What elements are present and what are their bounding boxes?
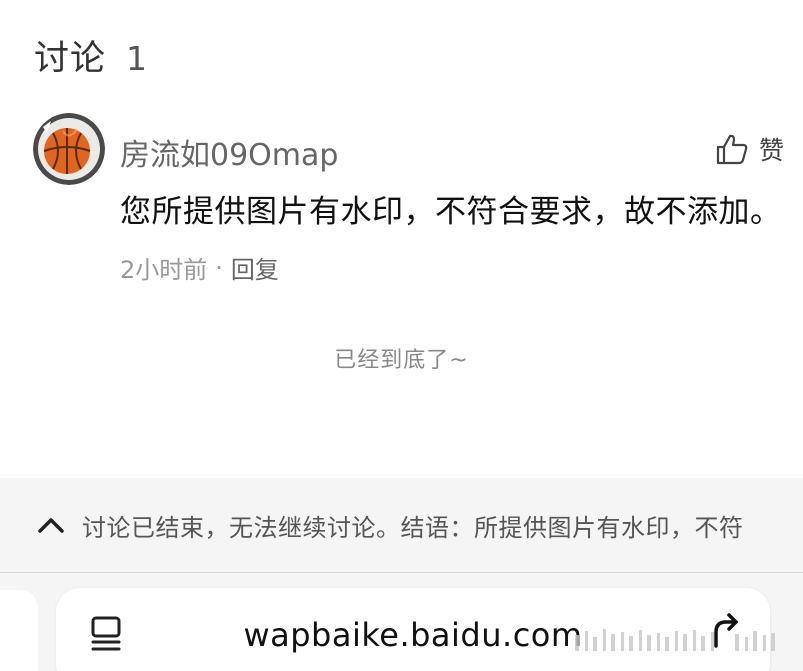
discussion-closed-bar[interactable]: 讨论已结束，无法继续讨论。结语：所提供图片有水印，不符 xyxy=(0,478,803,573)
comment-time: 2小时前 xyxy=(120,256,208,284)
meta-separator: · xyxy=(215,253,223,282)
like-label: 赞 xyxy=(759,136,785,165)
watermark-overlay xyxy=(575,629,775,651)
comment-username[interactable]: 房流如09Omap xyxy=(120,130,338,174)
page: 讨论 1 房流如09Omap 赞 您所提供图片有水印，不符合要求，故不添加。 2… xyxy=(0,0,803,671)
previous-tab-stub[interactable] xyxy=(0,590,38,671)
discussion-title: 讨论 xyxy=(34,39,107,79)
discussion-count: 1 xyxy=(126,39,149,78)
discussion-closed-text: 讨论已结束，无法继续讨论。结语：所提供图片有水印，不符 xyxy=(82,513,744,542)
comment-meta: 2小时前 · 回复 xyxy=(120,250,279,285)
chevron-up-icon[interactable] xyxy=(36,513,66,537)
reply-button[interactable]: 回复 xyxy=(231,250,279,285)
like-button[interactable]: 赞 xyxy=(715,131,784,167)
basketball-avatar-icon xyxy=(33,113,105,185)
discussion-header: 讨论 1 xyxy=(34,30,148,81)
avatar[interactable] xyxy=(33,113,105,185)
end-of-list-note: 已经到底了~ xyxy=(334,348,469,373)
thumbs-up-icon xyxy=(716,134,748,165)
comment-text: 您所提供图片有水印，不符合要求，故不添加。 xyxy=(120,194,782,230)
